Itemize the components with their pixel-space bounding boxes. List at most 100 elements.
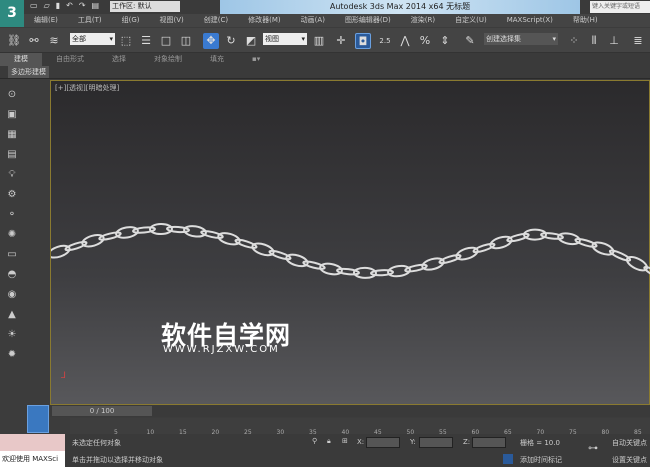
menu-item[interactable]: 修改器(M) — [238, 14, 291, 27]
main-toolbar: ⛓ ⚯ ≋ 全部 ⬚ ☰ □ ◫ ✥ ↻ ◩ 视图 ▥ ✛ ◘ 2.5 ⋀ % … — [0, 28, 650, 53]
create-tool-icon[interactable]: ◓ — [5, 268, 19, 282]
keyboard-shortcut-icon[interactable]: ◘ — [355, 33, 371, 49]
maxscript-listener[interactable] — [0, 434, 65, 451]
create-tool-icon[interactable]: ▭ — [5, 248, 19, 262]
menu-item[interactable]: 工具(T) — [68, 14, 112, 27]
unlink-icon[interactable]: ⚯ — [26, 33, 42, 49]
menu-item[interactable]: MAXScript(X) — [497, 14, 563, 27]
link-icon[interactable]: ⛓ — [6, 33, 22, 49]
z-label: Z: — [463, 438, 471, 446]
create-tool-icon[interactable]: ◉ — [5, 288, 19, 302]
time-slider[interactable]: 0 / 100 — [52, 406, 152, 416]
welcome-text: 欢迎使用 MAXSci — [0, 451, 65, 467]
tab-populate[interactable]: 填充 — [196, 53, 238, 66]
menu-item[interactable]: 编辑(E) — [24, 14, 68, 27]
menu-item[interactable]: 渲染(R) — [401, 14, 445, 27]
select-by-name-icon[interactable]: ☰ — [138, 33, 154, 49]
bind-spacewarp-icon[interactable]: ≋ — [46, 33, 62, 49]
track-bar[interactable]: 5 10 15 20 25 30 35 40 45 50 55 60 65 70 75 80 85 — [70, 418, 650, 436]
scale-icon[interactable]: ◩ — [243, 33, 259, 49]
rect-selection-icon[interactable]: □ — [158, 33, 174, 49]
project-icon[interactable]: ▤ — [92, 1, 100, 13]
chain-link — [643, 266, 650, 280]
menu-item[interactable]: 帮助(H) — [563, 14, 608, 27]
new-icon[interactable]: ▭ — [30, 1, 38, 13]
tab-modeling[interactable]: 建模 — [0, 53, 42, 66]
window-crossing-icon[interactable]: ◫ — [178, 33, 194, 49]
y-label: Y: — [410, 438, 416, 446]
rotate-icon[interactable]: ↻ — [223, 33, 239, 49]
key-icon[interactable]: ⊶ — [588, 443, 598, 454]
ribbon-options-icon[interactable]: ▪▾ — [238, 53, 274, 66]
save-icon[interactable]: ▮ — [56, 1, 60, 13]
select-object-icon[interactable]: ⬚ — [118, 33, 134, 49]
angle-snap-icon[interactable]: ⋀ — [397, 33, 413, 49]
create-tool-icon[interactable]: 💡︎ — [5, 168, 19, 182]
x-label: X: — [357, 438, 365, 446]
time-tag-icon[interactable] — [503, 454, 513, 464]
chain-link — [285, 253, 309, 268]
menu-item[interactable]: 自定义(U) — [445, 14, 497, 27]
chain-model — [51, 223, 650, 280]
chain-link — [149, 223, 173, 236]
array-icon[interactable]: ⁘ — [566, 33, 582, 49]
auto-key-button[interactable]: 自动关键点 — [612, 438, 647, 448]
add-time-tag[interactable]: 添加时间标记 — [520, 455, 562, 465]
menu-item[interactable]: 动画(A) — [291, 14, 335, 27]
menu-item[interactable]: 视图(V) — [150, 14, 194, 27]
snap-toggle-icon[interactable]: 2.5 — [377, 33, 393, 49]
create-tool-icon[interactable]: ⚙ — [5, 188, 19, 202]
ribbon-tabs: 建模 自由形式 选择 对象绘制 填充 ▪▾ — [0, 53, 650, 66]
absolute-mode-icon[interactable]: ⊞ — [342, 437, 348, 445]
create-tool-icon[interactable]: ☀ — [5, 328, 19, 342]
tab-selection[interactable]: 选择 — [98, 53, 140, 66]
select-manipulate-icon[interactable]: ✛ — [333, 33, 349, 49]
percent-snap-icon[interactable]: % — [417, 33, 433, 49]
y-coordinate-input[interactable] — [419, 437, 453, 448]
x-coordinate-input[interactable] — [366, 437, 400, 448]
open-icon[interactable]: ▱ — [44, 1, 50, 13]
create-tool-icon[interactable]: ✺ — [5, 228, 19, 242]
move-icon[interactable]: ✥ — [203, 33, 219, 49]
menu-item[interactable]: 组(G) — [112, 14, 150, 27]
pivot-icon[interactable]: ▥ — [311, 33, 327, 49]
align-icon[interactable]: ⊥ — [606, 33, 622, 49]
layers-icon[interactable]: ≣ — [630, 33, 646, 49]
ribbon-subtab-bar: 多边形建模 — [0, 66, 650, 79]
tab-freeform[interactable]: 自由形式 — [42, 53, 98, 66]
create-tool-icon[interactable]: ✹ — [5, 348, 19, 362]
create-tool-icon[interactable]: ▤ — [5, 148, 19, 162]
grid-size: 栅格 = 10.0 — [520, 439, 560, 447]
mini-listener-button[interactable] — [27, 405, 49, 433]
search-input[interactable]: 键入关键字或短语 — [590, 1, 650, 13]
create-tool-icon[interactable]: ▣ — [5, 108, 19, 122]
window-title: Autodesk 3ds Max 2014 x64 无标题 — [220, 0, 580, 14]
time-slider-bar: 0 / 100 — [50, 405, 650, 417]
z-coordinate-input[interactable] — [472, 437, 506, 448]
lock-icon[interactable]: 🔒︎ — [327, 437, 331, 446]
mirror-icon[interactable]: ⫴ — [586, 33, 602, 49]
selection-filter-dropdown[interactable]: 全部 — [70, 33, 115, 45]
perspective-viewport[interactable]: [+][透视][明暗处理] 软件自学网 WWW.RJZXW.COM ⅃ — [50, 80, 650, 405]
menu-item[interactable]: 创建(C) — [194, 14, 238, 27]
redo-icon[interactable]: ↷ — [79, 1, 86, 13]
menu-item[interactable]: 图形编辑器(D) — [335, 14, 401, 27]
edit-named-selection-icon[interactable]: ✎ — [462, 33, 478, 49]
app-logo-button[interactable]: 3 — [0, 0, 24, 27]
spinner-snap-icon[interactable]: ⇕ — [437, 33, 453, 49]
create-tool-icon[interactable]: ▲ — [5, 308, 19, 322]
create-tool-icon[interactable]: ⚬ — [5, 208, 19, 222]
named-selection-dropdown[interactable]: 创建选择集 — [484, 33, 558, 45]
set-key-button[interactable]: 设置关键点 — [612, 455, 647, 465]
reference-coord-dropdown[interactable]: 视图 — [263, 33, 307, 45]
subtab-poly-modeling[interactable]: 多边形建模 — [8, 66, 49, 78]
chain-link — [489, 235, 513, 250]
undo-icon[interactable]: ↶ — [66, 1, 73, 13]
tab-object-paint[interactable]: 对象绘制 — [140, 53, 196, 66]
prompt-line: 单击并拖动以选择并移动对象 — [72, 456, 163, 464]
create-tool-icon[interactable]: ▦ — [5, 128, 19, 142]
watermark-url: WWW.RJZXW.COM — [163, 344, 280, 355]
create-tool-icon[interactable]: ⊙ — [5, 88, 19, 102]
isolate-icon[interactable]: ⚲ — [312, 437, 317, 445]
workspace-dropdown[interactable]: 工作区: 默认 — [110, 1, 180, 12]
